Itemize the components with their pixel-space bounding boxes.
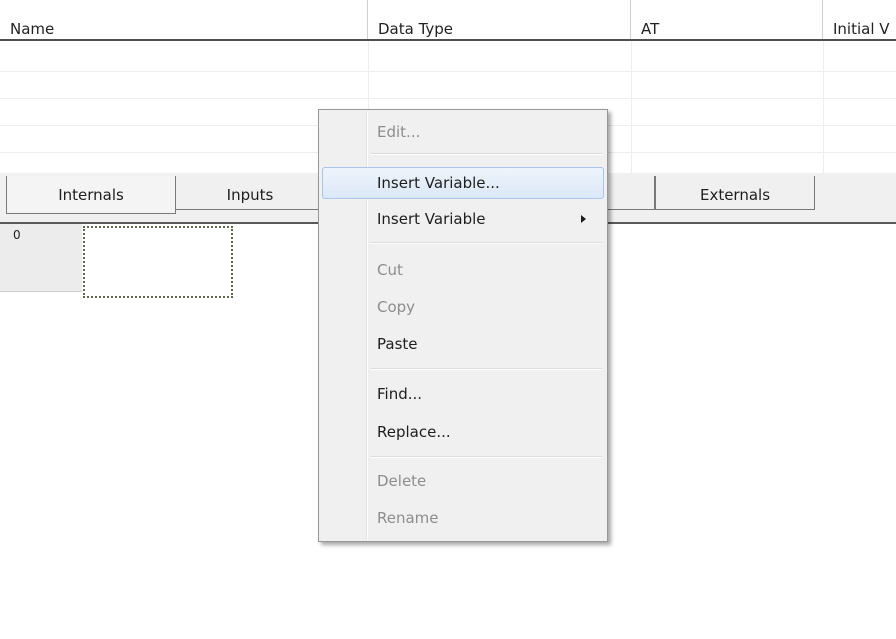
tab-externals[interactable]: Externals xyxy=(655,176,815,210)
menu-separator xyxy=(370,153,602,155)
row-number-cell: 0 xyxy=(0,224,82,292)
column-header-at[interactable]: AT xyxy=(631,0,823,39)
menu-item-cut[interactable]: Cut xyxy=(322,254,604,286)
menu-separator xyxy=(370,368,602,370)
table-column-divider xyxy=(823,41,824,173)
selected-rung-cell[interactable] xyxy=(83,226,233,298)
tab-inputs[interactable]: Inputs xyxy=(175,176,325,210)
column-header-name[interactable]: Name xyxy=(0,0,368,39)
menu-separator xyxy=(370,456,602,458)
submenu-arrow-icon xyxy=(581,215,586,223)
menu-item-delete[interactable]: Delete xyxy=(322,465,604,497)
menu-item-rename[interactable]: Rename xyxy=(322,502,604,534)
menu-item-copy[interactable]: Copy xyxy=(322,291,604,323)
menu-item-paste[interactable]: Paste xyxy=(322,328,604,360)
tab-hidden-by-menu[interactable] xyxy=(600,176,655,210)
table-column-divider xyxy=(631,41,632,173)
context-menu: Edit... Insert Variable... Insert Variab… xyxy=(318,109,608,542)
variable-table-header: Name Data Type AT Initial V xyxy=(0,0,896,41)
column-header-initial-value[interactable]: Initial V xyxy=(823,0,896,39)
menu-item-insert-variable-submenu[interactable]: Insert Variable xyxy=(322,203,604,235)
menu-item-find[interactable]: Find... xyxy=(322,378,604,410)
menu-item-edit[interactable]: Edit... xyxy=(322,116,604,148)
table-row-divider xyxy=(0,71,896,72)
tab-internals[interactable]: Internals xyxy=(6,176,176,214)
menu-item-replace[interactable]: Replace... xyxy=(322,416,604,448)
column-header-data-type[interactable]: Data Type xyxy=(368,0,631,39)
table-row-divider xyxy=(0,98,896,99)
menu-item-insert-variable-dialog[interactable]: Insert Variable... xyxy=(322,167,604,199)
menu-separator xyxy=(370,242,602,244)
